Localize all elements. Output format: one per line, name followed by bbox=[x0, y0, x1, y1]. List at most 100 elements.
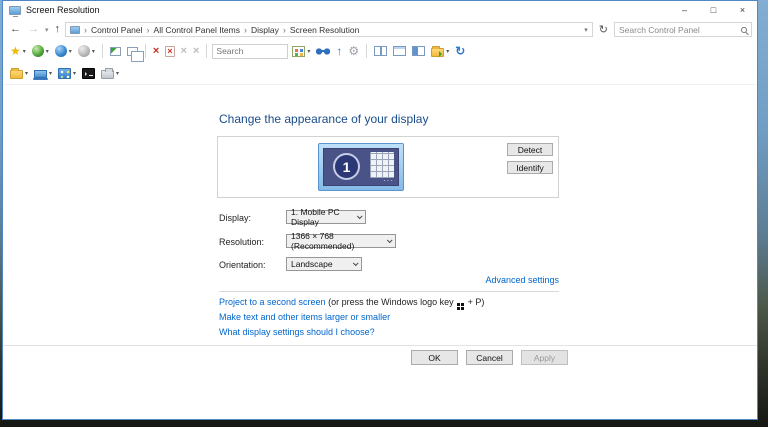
control-panel-icon bbox=[58, 68, 71, 79]
close-button[interactable]: × bbox=[728, 1, 757, 19]
star-icon: ★ bbox=[10, 45, 21, 57]
forward-button[interactable]: → bbox=[26, 24, 41, 35]
detect-button[interactable]: Detect bbox=[507, 143, 553, 156]
chevron-down-icon: ▾ bbox=[46, 48, 49, 55]
breadcrumb-display[interactable]: Display bbox=[251, 25, 279, 35]
detach-tab-button[interactable] bbox=[108, 42, 123, 60]
cancel-button[interactable]: Cancel bbox=[466, 350, 513, 365]
split-view-button[interactable] bbox=[372, 42, 389, 60]
chevron-down-icon: ▾ bbox=[49, 70, 52, 77]
toolbar-search-input[interactable] bbox=[216, 46, 284, 56]
toolbar-separator bbox=[366, 44, 367, 58]
up-arrow-icon: ↑ bbox=[336, 45, 342, 57]
copy-window-icon bbox=[127, 47, 138, 56]
maximize-button[interactable]: □ bbox=[699, 1, 728, 19]
breadcrumb-all-items[interactable]: All Control Panel Items bbox=[154, 25, 240, 35]
breadcrumb[interactable]: › Control Panel › All Control Panel Item… bbox=[65, 22, 593, 37]
project-suffix-text: (or press the Windows logo key bbox=[328, 297, 454, 307]
resolution-label: Resolution: bbox=[219, 237, 264, 247]
breadcrumb-separator: › bbox=[283, 25, 286, 35]
chevron-down-icon: ▾ bbox=[92, 48, 95, 55]
lock-tabs-button[interactable] bbox=[314, 42, 332, 60]
page-title: Change the appearance of your display bbox=[219, 112, 428, 126]
chevron-down-icon: ▾ bbox=[69, 48, 72, 55]
screen-resolution-panel: Change the appearance of your display 1 … bbox=[3, 85, 757, 419]
orientation-label: Orientation: bbox=[219, 260, 266, 270]
close-right-button[interactable]: × bbox=[191, 42, 201, 60]
back-button[interactable]: ← bbox=[8, 24, 23, 35]
gear-icon: ⚙ bbox=[348, 45, 359, 57]
toolbar-row-1: ★▾ ▾ ▾ ▾ × × × × ▾ ↑ ⚙ ▾ ↻ bbox=[3, 40, 757, 62]
computer-menu-button[interactable]: ▾ bbox=[32, 64, 54, 82]
close-gray-x-icon: × bbox=[193, 46, 199, 57]
folder-go-button[interactable]: ▾ bbox=[429, 42, 451, 60]
view-grid-icon bbox=[292, 46, 305, 57]
window-layout-button[interactable] bbox=[391, 42, 408, 60]
chevron-down-icon: ▾ bbox=[73, 70, 76, 77]
recent-pages-chevron-icon[interactable]: ▾ bbox=[44, 26, 50, 34]
dual-pane-button[interactable] bbox=[410, 42, 427, 60]
identify-button[interactable]: Identify bbox=[507, 161, 553, 174]
gray-globe-icon bbox=[78, 45, 90, 57]
go-gray-globe-button[interactable]: ▾ bbox=[76, 42, 97, 60]
toolbar-separator bbox=[102, 44, 103, 58]
breadcrumb-screen-resolution[interactable]: Screen Resolution bbox=[290, 25, 359, 35]
breadcrumb-separator: › bbox=[84, 25, 87, 35]
view-mode-button[interactable]: ▾ bbox=[290, 42, 312, 60]
make-text-larger-link[interactable]: Make text and other items larger or smal… bbox=[219, 312, 390, 322]
favorites-button[interactable]: ★▾ bbox=[8, 42, 28, 60]
command-prompt-button[interactable] bbox=[80, 64, 97, 82]
project-second-screen-link[interactable]: Project to a second screen bbox=[219, 297, 326, 307]
close-tab-button[interactable]: × bbox=[151, 42, 161, 60]
ok-button[interactable]: OK bbox=[411, 350, 458, 365]
address-dropdown-icon[interactable]: ▾ bbox=[584, 26, 588, 34]
go-up-button[interactable]: ↑ bbox=[334, 42, 344, 60]
monitor-1-thumbnail[interactable]: 1 ··· bbox=[318, 143, 404, 191]
what-settings-link[interactable]: What display settings should I choose? bbox=[219, 327, 375, 337]
up-button[interactable]: ↑ bbox=[53, 24, 63, 35]
explorer-window: Screen Resolution – □ × ← → ▾ ↑ › Contro… bbox=[2, 0, 758, 420]
section-divider bbox=[219, 291, 559, 292]
orientation-dropdown[interactable]: Landscape bbox=[286, 257, 362, 271]
project-second-screen-row: Project to a second screen (or press the… bbox=[219, 297, 484, 310]
make-text-larger-row: Make text and other items larger or smal… bbox=[219, 312, 390, 322]
display-dropdown[interactable]: 1. Mobile PC Display bbox=[286, 210, 366, 224]
advanced-settings-link[interactable]: Advanced settings bbox=[485, 275, 559, 285]
breadcrumb-control-panel[interactable]: Control Panel bbox=[91, 25, 143, 35]
toolbar-row-2: ▾ ▾ ▾ ▾ bbox=[3, 62, 757, 84]
chevron-down-icon: ▾ bbox=[307, 48, 310, 55]
monitor-preview-box: 1 ··· Detect Identify bbox=[217, 136, 559, 198]
dual-pane-icon bbox=[412, 46, 425, 56]
resolution-value: 1366 × 768 (Recommended) bbox=[291, 231, 387, 251]
toolbar-search[interactable] bbox=[212, 44, 288, 59]
folders-menu-button[interactable]: ▾ bbox=[8, 64, 30, 82]
title-bar[interactable]: Screen Resolution – □ × bbox=[3, 1, 757, 19]
chevron-down-icon bbox=[353, 260, 359, 266]
refresh-tabs-button[interactable]: ↻ bbox=[453, 42, 467, 60]
split-pane-icon bbox=[374, 46, 387, 56]
clone-tab-button[interactable] bbox=[125, 42, 140, 60]
resolution-dropdown[interactable]: 1366 × 768 (Recommended) bbox=[286, 234, 396, 248]
display-value: 1. Mobile PC Display bbox=[291, 207, 357, 227]
control-panel-menu-button[interactable]: ▾ bbox=[56, 64, 78, 82]
devices-menu-button[interactable]: ▾ bbox=[99, 64, 121, 82]
chevron-down-icon: ▾ bbox=[446, 48, 449, 55]
control-panel-search[interactable] bbox=[614, 22, 752, 37]
close-red-x-icon: × bbox=[153, 46, 159, 57]
minimize-button[interactable]: – bbox=[670, 1, 699, 19]
window-title: Screen Resolution bbox=[26, 5, 100, 15]
refresh-button[interactable]: ↻ bbox=[596, 23, 611, 36]
close-left-button[interactable]: × bbox=[179, 42, 189, 60]
chevron-down-icon bbox=[387, 237, 393, 243]
search-input[interactable] bbox=[619, 25, 741, 35]
move-window-icon bbox=[110, 47, 121, 56]
command-prompt-icon bbox=[82, 68, 95, 79]
go-green-globe-button[interactable]: ▾ bbox=[30, 42, 51, 60]
chevron-down-icon: ▾ bbox=[23, 48, 26, 55]
go-blue-globe-button[interactable]: ▾ bbox=[53, 42, 74, 60]
options-button[interactable]: ⚙ bbox=[346, 42, 361, 60]
folder-go-icon bbox=[431, 48, 444, 57]
orientation-value: Landscape bbox=[291, 259, 333, 269]
close-window-button[interactable]: × bbox=[163, 42, 176, 60]
apply-button[interactable]: Apply bbox=[521, 350, 568, 365]
